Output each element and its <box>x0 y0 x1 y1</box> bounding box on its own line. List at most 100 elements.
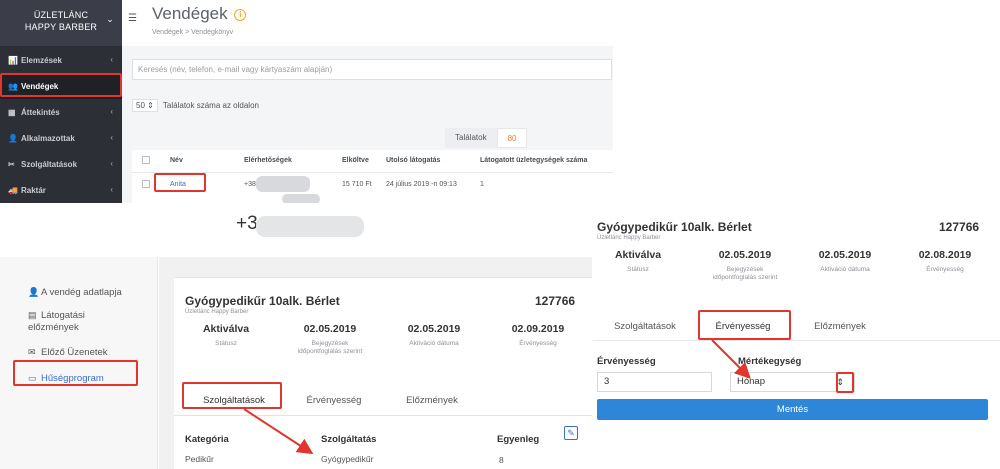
sidebar-item-elemzesek[interactable]: 📊 Elemzések ‹ <box>0 47 122 73</box>
chevron-left-icon: ‹ <box>110 159 113 168</box>
guest-profile-screen: +3 👤 A vendég adatlapja ▤ Látogatási előzm… <box>0 205 592 469</box>
scissors-icon: ✂ <box>8 159 15 169</box>
sidebar-item-label: Elemzések <box>21 55 62 65</box>
user-icon: 👤 <box>28 287 40 297</box>
highlight-services-tab <box>182 382 282 409</box>
highlight-loyalty <box>13 360 138 386</box>
guest-phone: +3 <box>236 213 258 234</box>
unit-select-value: Hónap <box>737 376 765 387</box>
sidebar-item-label: Raktár <box>21 185 46 195</box>
nav-visit-history[interactable]: ▤ Látogatási előzmények <box>28 309 138 334</box>
pass-subtitle: Üzletlánc Happy Barber <box>185 309 249 315</box>
row-checkbox[interactable] <box>142 180 150 188</box>
crm-guests-screen: ÜZLETLÁNC HAPPY BARBER ⌄ 📊 Elemzések ‹ 👥… <box>0 0 613 203</box>
guest-spent: 15 710 Ft <box>342 181 372 188</box>
save-button[interactable]: Mentés <box>597 399 988 420</box>
top-bar: ☰ Vendégek i Vendégek > Vendégkönyv <box>122 0 613 46</box>
edit-icon[interactable]: ✎ <box>564 426 578 440</box>
redacted-email <box>282 194 320 203</box>
brand-name: ÜZLETLÁNC HAPPY BARBER <box>24 10 98 32</box>
tab-history[interactable]: Előzmények <box>390 395 474 406</box>
tab-services[interactable]: Szolgáltatások <box>603 321 687 332</box>
pass-card: Gyógypedikűr 10alk. Bérlet 127766 Üzletl… <box>174 277 592 469</box>
column-header-balance: Egyenleg <box>497 434 540 445</box>
stat-activation-label: Aktiváció dátuma <box>409 340 459 347</box>
highlight-unit-arrows <box>836 372 854 393</box>
results-label: Találatok <box>445 128 497 148</box>
page-title: Vendégek i <box>152 4 247 24</box>
nav-previous-messages[interactable]: ✉ Előző Üzenetek <box>28 346 108 359</box>
chevron-left-icon: ‹ <box>110 107 113 116</box>
pass-id: 127766 <box>939 220 980 234</box>
unit-field-label: Mértékegység <box>738 356 802 367</box>
guest-search-input[interactable]: Keresés (név, telefon, e-mail vagy kárty… <box>132 59 612 80</box>
redacted-phone <box>256 216 364 237</box>
column-header-name[interactable]: Név <box>170 157 183 164</box>
results-counter: Találatok 80 <box>445 128 528 148</box>
info-icon[interactable]: i <box>234 9 247 21</box>
chevron-left-icon: ‹ <box>110 133 113 142</box>
chart-icon: 📊 <box>8 55 18 65</box>
breadcrumb[interactable]: Vendégek > Vendégkönyv <box>152 29 233 36</box>
tab-divider <box>174 415 592 416</box>
chevron-left-icon: ‹ <box>110 55 113 64</box>
stat-validity-value: 02.08.2019 <box>918 249 972 261</box>
sidebar-item-label: Áttekintés <box>21 107 60 117</box>
tab-history[interactable]: Előzmények <box>798 321 882 332</box>
pass-subtitle: Üzletlánc Happy Barber <box>597 235 661 241</box>
sidebar-item-label: Szolgáltatások <box>21 159 78 169</box>
stat-status-label: Státusz <box>627 266 649 273</box>
column-header-last-visit[interactable]: Utolsó látogatás <box>386 157 440 164</box>
sidebar-item-raktar[interactable]: 🚚 Raktár ‹ <box>0 177 122 203</box>
select-all-checkbox[interactable] <box>142 156 150 164</box>
tab-validity[interactable]: Érvényesség <box>292 395 376 406</box>
stat-booking-label: Bejegyzések időpontfoglalás szerint <box>297 340 363 355</box>
sidebar-item-label: Alkalmazottak <box>21 133 75 143</box>
chevron-left-icon: ‹ <box>110 185 113 194</box>
chevron-down-icon: ⌄ <box>106 14 114 24</box>
validity-edit-screen: Gyógypedikűr 10alk. Bérlet 127766 Üzletl… <box>593 210 1000 469</box>
user-icon: 👤 <box>8 133 18 143</box>
redacted-phone <box>256 176 310 192</box>
sidebar-item-attekintes[interactable]: ▦ Áttekintés ‹ <box>0 99 122 125</box>
highlight-guest-name <box>154 173 206 192</box>
brand-selector[interactable]: ÜZLETLÁNC HAPPY BARBER ⌄ <box>0 0 122 46</box>
stat-status-value: Aktiválva <box>202 323 250 335</box>
row-category: Pedikűr <box>185 454 214 464</box>
per-page-control: 50 ⇕ Találatok száma az oldalon <box>132 99 259 112</box>
guest-last-visit: 24 július 2019 -n 09:13 <box>386 181 457 188</box>
sidebar-item-szolgaltatasok[interactable]: ✂ Szolgáltatások ‹ <box>0 151 122 177</box>
pass-id: 127766 <box>535 294 576 308</box>
hamburger-menu-icon[interactable]: ☰ <box>128 13 137 24</box>
highlight-validity-tab <box>698 310 791 340</box>
stat-activation-value: 02.05.2019 <box>818 249 872 261</box>
per-page-label: Találatok száma az oldalon <box>162 101 259 110</box>
column-header-spent[interactable]: Elköltve <box>342 157 369 164</box>
truck-icon: 🚚 <box>8 185 18 195</box>
tab-divider <box>593 340 1000 341</box>
stat-booking-value: 02.05.2019 <box>718 249 772 261</box>
guest-contact: +38 <box>244 181 256 188</box>
validity-input[interactable]: 3 <box>597 372 712 392</box>
validity-field-label: Érvényesség <box>597 356 656 367</box>
stat-validity-label: Érvényesség <box>926 266 964 273</box>
column-header-units[interactable]: Látogatott üzletegységek száma <box>480 157 587 164</box>
sidebar-item-alkalmazottak[interactable]: 👤 Alkalmazottak ‹ <box>0 125 122 151</box>
stat-status-value: Aktiválva <box>614 249 662 261</box>
guest-units: 1 <box>480 181 484 188</box>
column-header-contact[interactable]: Elérhetőségek <box>244 157 292 164</box>
grid-icon: ▦ <box>8 107 16 117</box>
pass-title: Gyógypedikűr 10alk. Bérlet <box>185 294 340 308</box>
list-icon: ▤ <box>28 310 37 320</box>
stat-validity-label: Érvényesség <box>519 340 557 347</box>
nav-guest-profile[interactable]: 👤 A vendég adatlapja <box>28 286 122 299</box>
per-page-select[interactable]: 50 ⇕ <box>132 99 158 112</box>
stat-status-label: Státusz <box>215 340 237 347</box>
stat-booking-value: 02.05.2019 <box>303 323 357 335</box>
row-balance: 8 <box>499 455 504 465</box>
crm-sidebar: ÜZLETLÁNC HAPPY BARBER ⌄ 📊 Elemzések ‹ 👥… <box>0 0 122 203</box>
row-service: Gyógypedikűr <box>321 454 374 464</box>
stat-activation-label: Aktiváció dátuma <box>820 266 870 273</box>
results-count: 80 <box>496 128 528 148</box>
stat-activation-value: 02.05.2019 <box>407 323 461 335</box>
